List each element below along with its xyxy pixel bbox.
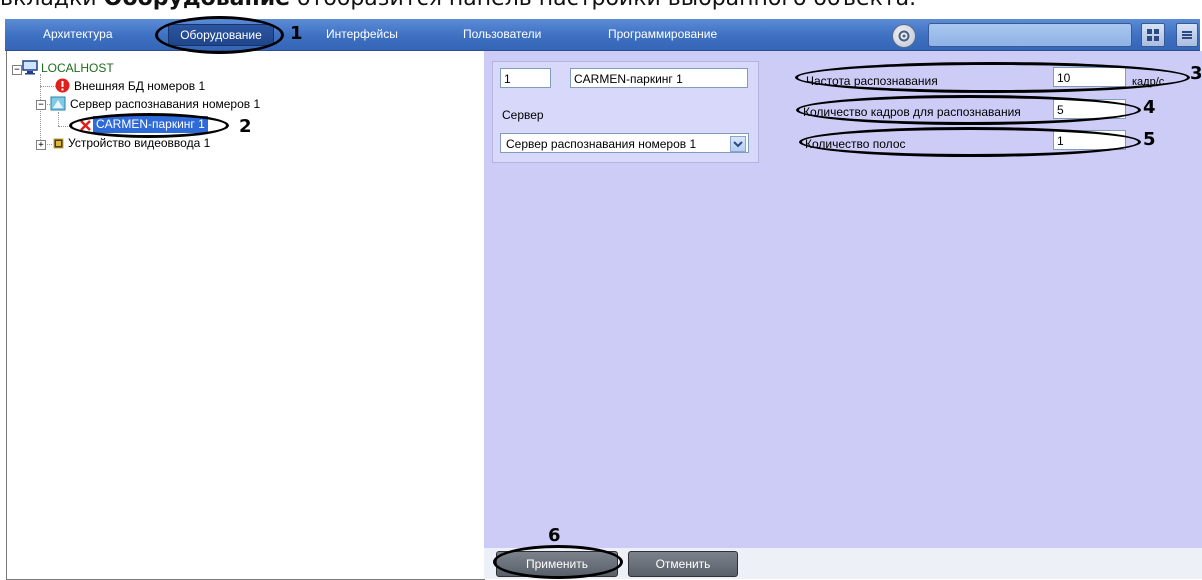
expand-toggle[interactable]: − — [36, 100, 46, 110]
object-id-field[interactable]: 1 — [500, 68, 551, 88]
expand-toggle[interactable]: + — [36, 140, 46, 150]
error-icon — [55, 78, 70, 98]
computer-icon — [22, 60, 38, 80]
chevron-down-icon[interactable] — [730, 136, 746, 152]
server-select-value: Сервер распознавания номеров 1 — [506, 137, 697, 151]
tree-item-external-db[interactable]: Внешняя БД номеров 1 — [74, 78, 205, 94]
callout-oval — [799, 127, 1141, 157]
server-label: Сервер — [502, 108, 544, 122]
callout-number: 1 — [290, 23, 303, 44]
callout-number: 4 — [1143, 97, 1156, 118]
callout-oval — [69, 113, 229, 138]
callout-oval — [796, 95, 1141, 125]
tree-connector — [40, 74, 41, 146]
tree-item-recognition-server[interactable]: Сервер распознавания номеров 1 — [70, 96, 260, 112]
cancel-button[interactable]: Отменить — [628, 551, 738, 577]
search-input[interactable] — [928, 23, 1132, 47]
callout-oval — [795, 62, 1190, 93]
tab-interfaces[interactable]: Интерфейсы — [326, 27, 398, 43]
callout-oval — [493, 545, 623, 579]
network-server-icon — [50, 96, 66, 116]
tree-item-localhost[interactable]: LOCALHOST — [41, 60, 114, 76]
chip-icon — [52, 137, 65, 155]
server-select[interactable]: Сервер распознавания номеров 1 — [500, 133, 749, 153]
callout-number: 6 — [548, 525, 561, 546]
callout-number: 5 — [1143, 129, 1156, 150]
layout-grid-icon[interactable] — [1141, 23, 1165, 47]
expand-toggle[interactable]: − — [12, 65, 22, 75]
tab-programming[interactable]: Программирование — [608, 27, 717, 43]
tree-connector — [40, 86, 56, 87]
callout-number: 3 — [1190, 63, 1202, 84]
callout-number: 2 — [239, 116, 252, 137]
tab-users[interactable]: Пользователи — [463, 27, 541, 43]
callout-oval — [155, 16, 284, 54]
search-icon[interactable] — [892, 24, 916, 48]
object-name-field[interactable]: CARMEN-паркинг 1 — [570, 68, 748, 88]
tab-architecture[interactable]: Архитектура — [43, 27, 113, 43]
document-caption: вкладки Оборудование отобразится панель … — [0, 0, 916, 11]
menu-icon[interactable] — [1176, 23, 1198, 47]
